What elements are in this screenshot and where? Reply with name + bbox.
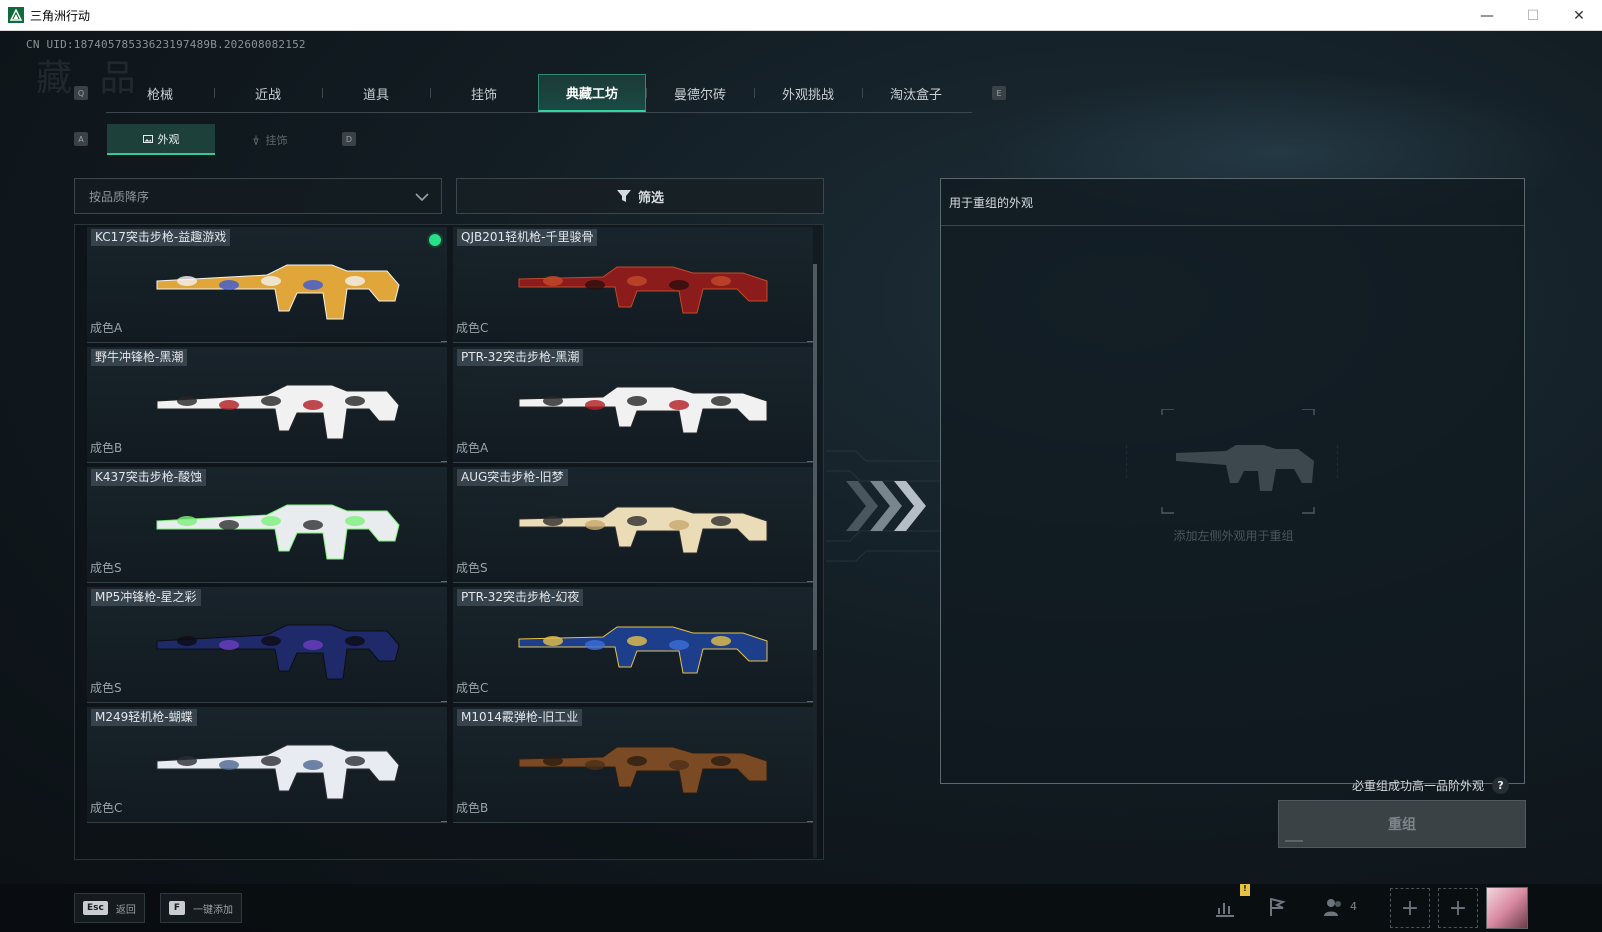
gun-skin-image (156, 624, 400, 680)
skin-card[interactable]: K437突击步枪-酸蚀 成色S (87, 467, 447, 583)
reconstruct-note-text: 必重组成功高一品阶外观 (1352, 779, 1485, 793)
skin-grade: 成色A (90, 321, 123, 335)
skin-grade: 成色B (456, 801, 489, 815)
skin-grade: 成色C (90, 801, 123, 815)
tab-firearms[interactable]: 枪械 (106, 74, 214, 112)
skin-card[interactable]: PTR-32突击步枪-黑潮 成色A (453, 347, 813, 463)
gun-skin-image (156, 384, 400, 440)
skin-grid: KC17突击步枪-益趣游戏 成色A QJB201轻机枪-千里骏骨 成色C 野牛冲锋枪-黑… (87, 227, 813, 823)
subtab-charms[interactable]: 挂饰 (215, 124, 323, 155)
window-controls: — ☐ ✕ (1464, 0, 1602, 31)
tab-appearance-challenge[interactable]: 外观挑战 (754, 74, 862, 112)
quick-add-button[interactable]: F 一键添加 (160, 893, 242, 923)
back-button[interactable]: Esc 返回 (74, 893, 145, 923)
window-titlebar: 三角洲行动 — ☐ ✕ (0, 0, 1602, 31)
card-corner-mark (441, 701, 447, 702)
empty-gun-slot-icon[interactable] (1126, 409, 1338, 519)
next-tab-key-hint[interactable]: E (992, 86, 1006, 100)
skin-card[interactable]: AUG突击步枪-旧梦 成色S (453, 467, 813, 583)
friends-icon[interactable] (1318, 892, 1348, 922)
skin-grade: 成色A (456, 441, 489, 455)
subtab-appearance[interactable]: 外观 (107, 124, 215, 155)
main-tabs: 枪械 近战 道具 挂饰 典藏工坊 曼德尔砖 外观挑战 淘汰盒子 (106, 74, 972, 113)
button-progress-mark (1285, 840, 1303, 842)
tab-items[interactable]: 道具 (322, 74, 430, 112)
gun-skin-image (518, 386, 768, 434)
skin-card[interactable]: PTR-32突击步枪-幻夜 成色C (453, 587, 813, 703)
skin-card[interactable]: M249轻机枪-蝴蝶 成色C (87, 707, 447, 823)
skin-grade: 成色S (90, 681, 122, 695)
gun-skin-image (518, 266, 768, 314)
tab-charms[interactable]: 挂饰 (430, 74, 538, 112)
skin-list-panel: KC17突击步枪-益趣游戏 成色A QJB201轻机枪-千里骏骨 成色C 野牛冲锋枪-黑… (74, 224, 824, 860)
chevron-down-icon (415, 193, 429, 202)
skin-card[interactable]: QJB201轻机枪-千里骏骨 成色C (453, 227, 813, 343)
uid-label: CN UID:18740578533623197489B.20260808215… (26, 38, 306, 51)
flag-icon[interactable] (1262, 892, 1292, 922)
gun-skin-image (156, 264, 400, 320)
minimize-button[interactable]: — (1464, 0, 1510, 31)
sort-value: 按品质降序 (89, 189, 150, 204)
gun-skin-image (518, 746, 768, 794)
card-corner-mark (441, 821, 447, 822)
subtab-appearance-label: 外观 (157, 132, 180, 146)
sub-tabs: 外观 挂饰 (107, 124, 323, 155)
skin-grade: 成色S (456, 561, 488, 575)
transfer-arrows-icon (826, 450, 944, 562)
window-title: 三角洲行动 (30, 8, 91, 23)
help-icon[interactable]: ? (1492, 777, 1510, 794)
tab-melee[interactable]: 近战 (214, 74, 322, 112)
skin-card[interactable]: 野牛冲锋枪-黑潮 成色B (87, 347, 447, 463)
maximize-button[interactable]: ☐ (1510, 0, 1556, 31)
charm-icon (252, 135, 259, 145)
selected-indicator (429, 234, 441, 246)
skin-grade: 成色C (456, 321, 489, 335)
reconstruct-panel: 用于重组的外观 添加左侧外观用于重组 (940, 178, 1525, 784)
skin-grade: 成色B (90, 441, 123, 455)
back-label: 返回 (115, 904, 136, 916)
filter-button[interactable]: 筛选 (456, 178, 824, 214)
prev-subtab-key-hint[interactable]: A (74, 132, 88, 146)
party-slot-1[interactable]: + (1390, 888, 1430, 928)
f-keycap: F (169, 901, 185, 915)
gun-skin-image (156, 504, 400, 560)
skin-card[interactable]: MP5冲锋枪-星之彩 成色S (87, 587, 447, 703)
skin-grade: 成色S (90, 561, 122, 575)
friends-count: 4 (1350, 900, 1357, 913)
stats-icon[interactable] (1210, 892, 1240, 922)
tab-elimination-box[interactable]: 淘汰盒子 (862, 74, 970, 112)
skin-card[interactable]: KC17突击步枪-益趣游戏 成色A (87, 227, 447, 343)
close-button[interactable]: ✕ (1556, 0, 1602, 31)
gun-skin-image (518, 506, 768, 554)
party-slot-2[interactable]: + (1438, 888, 1478, 928)
card-corner-mark (441, 341, 447, 342)
app-logo-icon (8, 7, 24, 23)
card-corner-mark (441, 461, 447, 462)
filter-icon (616, 190, 631, 202)
list-scrollbar-thumb[interactable] (813, 264, 817, 650)
game-viewport: 藏 品 CN UID:18740578533623197489B.2026080… (0, 31, 1602, 932)
filter-label: 筛选 (637, 190, 664, 206)
prev-tab-key-hint[interactable]: Q (74, 86, 88, 100)
subtab-charms-label: 挂饰 (265, 133, 288, 147)
notification-badge: ! (1240, 884, 1250, 896)
tab-collection-workshop[interactable]: 典藏工坊 (538, 74, 646, 112)
card-corner-mark (441, 581, 447, 582)
reconstruct-hint: 添加左侧外观用于重组 (1173, 529, 1294, 543)
avatar[interactable] (1486, 887, 1528, 929)
reconstruct-button[interactable]: 重组 (1278, 800, 1526, 848)
reconstruct-note: 必重组成功高一品阶外观 ? (1352, 777, 1510, 794)
reconstruct-panel-header: 用于重组的外观 (941, 179, 1524, 226)
next-subtab-key-hint[interactable]: D (342, 132, 356, 146)
gun-skin-image (518, 626, 768, 674)
gun-skin-image (156, 744, 400, 800)
reconstruct-button-label: 重组 (1388, 817, 1416, 833)
sort-dropdown[interactable]: 按品质降序 (74, 178, 442, 214)
image-icon (142, 134, 153, 143)
esc-keycap: Esc (83, 901, 108, 915)
skin-card[interactable]: M1014霰弹枪-旧工业 成色B (453, 707, 813, 823)
tab-mandel-brick[interactable]: 曼德尔砖 (646, 74, 754, 112)
quick-add-label: 一键添加 (193, 904, 233, 916)
skin-grade: 成色C (456, 681, 489, 695)
